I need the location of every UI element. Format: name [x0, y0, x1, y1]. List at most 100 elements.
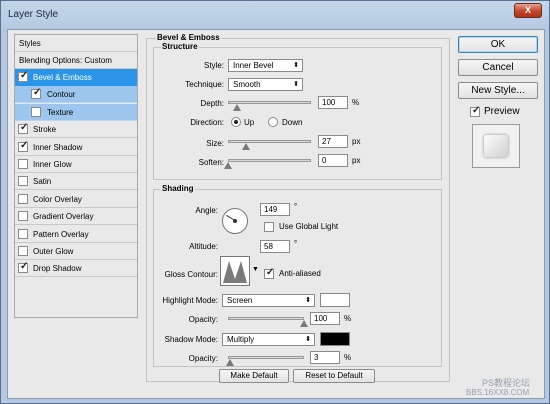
window-title: Layer Style	[8, 9, 59, 20]
style-item-checkbox[interactable]: ✓	[18, 139, 29, 152]
style-item-drop-shadow[interactable]: ✓ Drop Shadow	[15, 260, 137, 278]
style-item-label: Pattern Overlay	[33, 229, 89, 239]
depth-input[interactable]: 100	[318, 96, 348, 109]
blending-options-item[interactable]: Blending Options: Custom	[15, 52, 137, 69]
size-slider-track[interactable]	[228, 140, 311, 143]
highlight-mode-select[interactable]: Screen ⬍	[222, 294, 315, 307]
checkmark-icon: ✓	[20, 70, 29, 81]
style-item-checkbox[interactable]	[18, 159, 28, 169]
highlight-opacity-thumb[interactable]	[300, 320, 308, 327]
altitude-unit: °	[294, 239, 298, 248]
style-item-label: Gradient Overlay	[33, 212, 94, 222]
shadow-opacity-input[interactable]: 3	[310, 351, 340, 364]
highlight-opacity-track[interactable]	[228, 317, 304, 320]
cancel-button[interactable]: Cancel	[458, 59, 538, 76]
soften-slider-track[interactable]	[228, 159, 311, 162]
preview-checkbox[interactable]: ✓	[470, 105, 481, 117]
structure-group: Structure Style: Inner Bevel ⬍ Technique:…	[153, 42, 442, 180]
altitude-label: Altitude:	[189, 242, 218, 251]
style-item-checkbox[interactable]	[18, 246, 28, 256]
watermark-line2: BBS.16XX8.COM	[466, 388, 530, 397]
technique-select[interactable]: Smooth ⬍	[228, 78, 303, 91]
shadow-opacity-thumb[interactable]	[226, 359, 234, 366]
bevel-emboss-group: Bevel & Emboss Structure Style: Inner Be…	[146, 33, 450, 383]
style-item-label: Outer Glow	[33, 247, 74, 256]
style-item-label: Bevel & Emboss	[33, 73, 92, 82]
style-item-checkbox[interactable]	[18, 176, 28, 187]
close-button[interactable]: X	[514, 3, 542, 18]
shading-title: Shading	[161, 184, 195, 193]
checkmark-icon: ✓	[20, 122, 29, 134]
size-unit: px	[352, 137, 361, 146]
angle-unit: °	[294, 202, 298, 211]
technique-select-value: Smooth	[233, 80, 261, 89]
depth-label: Depth:	[200, 99, 224, 108]
style-item-checkbox[interactable]: ✓	[18, 261, 28, 274]
style-item-bevel-emboss[interactable]: ✓ Bevel & Emboss	[15, 69, 137, 86]
checkmark-icon: ✓	[20, 139, 29, 151]
style-item-gradient-overlay[interactable]: Gradient Overlay	[15, 208, 137, 226]
style-item-satin[interactable]: Satin	[15, 173, 137, 191]
angle-input[interactable]: 149	[260, 203, 290, 216]
direction-up-radio[interactable]	[231, 117, 241, 127]
direction-down-radio[interactable]	[268, 117, 278, 127]
checkmark-icon: ✓	[33, 87, 42, 99]
chevron-down-icon: ⬍	[305, 336, 311, 343]
style-select[interactable]: Inner Bevel ⬍	[228, 59, 303, 72]
size-input[interactable]: 27	[318, 135, 348, 148]
shadow-mode-select[interactable]: Multiply ⬍	[222, 333, 315, 346]
style-item-label: Color Overlay	[33, 194, 82, 204]
preview-shape	[484, 135, 508, 157]
style-item-texture[interactable]: Texture	[15, 103, 137, 121]
style-item-checkbox[interactable]	[31, 106, 41, 117]
shadow-opacity-unit: %	[344, 353, 352, 362]
ok-button[interactable]: OK	[458, 36, 538, 53]
new-style-button[interactable]: New Style...	[458, 82, 538, 99]
angle-label: Angle:	[195, 206, 218, 215]
shadow-opacity-track[interactable]	[228, 356, 304, 359]
style-item-checkbox[interactable]: ✓	[31, 87, 42, 100]
highlight-color-swatch[interactable]	[320, 293, 350, 307]
gloss-contour-label: Gloss Contour:	[164, 270, 218, 279]
reset-to-default-button[interactable]: Reset to Default	[293, 369, 375, 383]
depth-slider-thumb[interactable]	[233, 104, 241, 111]
style-item-color-overlay[interactable]: Color Overlay	[15, 191, 137, 208]
style-item-label: Contour	[47, 90, 76, 100]
style-item-outer-glow[interactable]: Outer Glow	[15, 243, 137, 260]
gloss-contour-dropdown-icon[interactable]: ▼	[252, 266, 259, 273]
soften-input[interactable]: 0	[318, 154, 348, 167]
style-item-pattern-overlay[interactable]: Pattern Overlay	[15, 226, 137, 243]
shadow-opacity-label: Opacity:	[188, 354, 218, 363]
style-item-checkbox[interactable]: ✓	[18, 70, 29, 82]
style-item-checkbox[interactable]	[18, 228, 28, 239]
checkmark-icon: ✓	[472, 105, 481, 116]
gloss-contour-preview[interactable]	[220, 256, 250, 286]
layer-style-window: Layer Style X Styles Blending Options: C…	[0, 0, 550, 404]
direction-label: Direction:	[190, 118, 224, 127]
style-item-checkbox[interactable]	[18, 211, 28, 222]
bevel-emboss-title: Bevel & Emboss	[156, 33, 221, 42]
highlight-opacity-input[interactable]: 100	[310, 312, 340, 325]
shadow-color-swatch[interactable]	[320, 332, 350, 346]
style-item-checkbox[interactable]	[18, 193, 28, 204]
highlight-mode-label: Highlight Mode:	[162, 296, 218, 305]
altitude-input[interactable]: 58	[260, 240, 290, 253]
make-default-button[interactable]: Make Default	[219, 369, 289, 383]
soften-label: Soften:	[198, 158, 224, 167]
angle-dial[interactable]	[222, 208, 248, 234]
style-item-contour[interactable]: ✓ Contour	[15, 86, 137, 104]
preview-label: Preview	[484, 106, 520, 117]
size-label: Size:	[206, 139, 224, 148]
style-item-checkbox[interactable]: ✓	[18, 122, 29, 135]
styles-header[interactable]: Styles	[15, 35, 137, 52]
size-slider-thumb[interactable]	[242, 143, 250, 150]
use-global-light-checkbox[interactable]	[264, 222, 274, 232]
style-item-inner-glow[interactable]: Inner Glow	[15, 156, 137, 173]
style-item-stroke[interactable]: ✓ Stroke	[15, 121, 137, 139]
soften-slider-thumb[interactable]	[224, 162, 232, 169]
style-item-inner-shadow[interactable]: ✓ Inner Shadow	[15, 139, 137, 156]
anti-aliased-checkbox[interactable]: ✓	[264, 267, 274, 279]
style-label: Style:	[203, 61, 224, 70]
structure-title: Structure	[161, 42, 199, 51]
chevron-down-icon: ⬍	[293, 62, 299, 69]
